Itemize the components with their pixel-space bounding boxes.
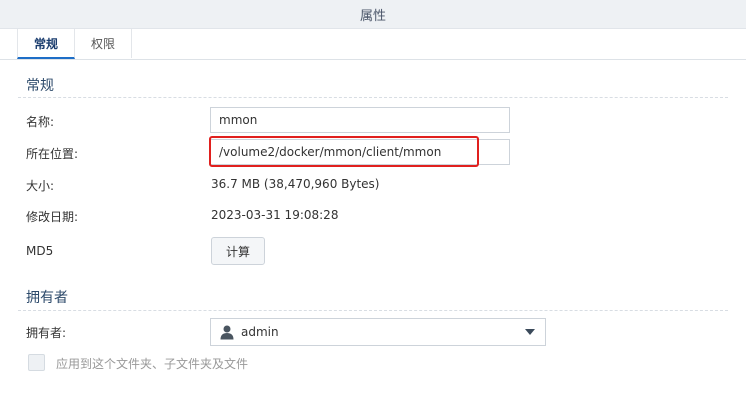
owner-select-value: admin (241, 325, 279, 339)
name-field-value: mmon (219, 113, 258, 127)
owner-select[interactable]: admin (210, 318, 546, 346)
md5-label: MD5 (26, 244, 54, 258)
tab-general[interactable]: 常规 (17, 29, 76, 59)
compute-md5-button-label: 计算 (225, 244, 250, 259)
owner-section-title: 拥有者 (26, 290, 68, 306)
owner-label: 拥有者: (26, 326, 67, 340)
name-field[interactable]: mmon (210, 107, 510, 133)
dialog-titlebar: 属性 (0, 0, 746, 29)
tab-bar: 常规 权限 (17, 29, 133, 59)
modified-date-label: 修改日期: (26, 210, 79, 224)
apply-recursive-label: 应用到这个文件夹、子文件夹及文件 (56, 357, 249, 371)
tab-general-label: 常规 (34, 36, 59, 51)
section-divider (18, 97, 728, 98)
dialog-title: 属性 (359, 8, 386, 24)
chevron-down-icon[interactable] (525, 329, 535, 335)
compute-md5-button[interactable]: 计算 (211, 237, 265, 265)
tab-divider (0, 59, 746, 60)
user-icon (219, 324, 235, 340)
name-label: 名称: (26, 115, 55, 129)
location-field[interactable]: /volume2/docker/mmon/client/mmon (210, 139, 510, 165)
tab-permissions-label: 权限 (91, 37, 116, 51)
size-label: 大小: (26, 179, 55, 193)
tab-permissions[interactable]: 权限 (75, 29, 133, 58)
size-value: 36.7 MB (38,470,960 Bytes) (211, 177, 380, 191)
location-label: 所在位置: (26, 147, 79, 161)
apply-recursive-checkbox[interactable] (28, 354, 45, 371)
location-field-value: /volume2/docker/mmon/client/mmon (219, 145, 442, 159)
general-section-title: 常规 (26, 78, 54, 94)
section-divider (18, 310, 728, 311)
modified-date-value: 2023-03-31 19:08:28 (211, 208, 339, 222)
